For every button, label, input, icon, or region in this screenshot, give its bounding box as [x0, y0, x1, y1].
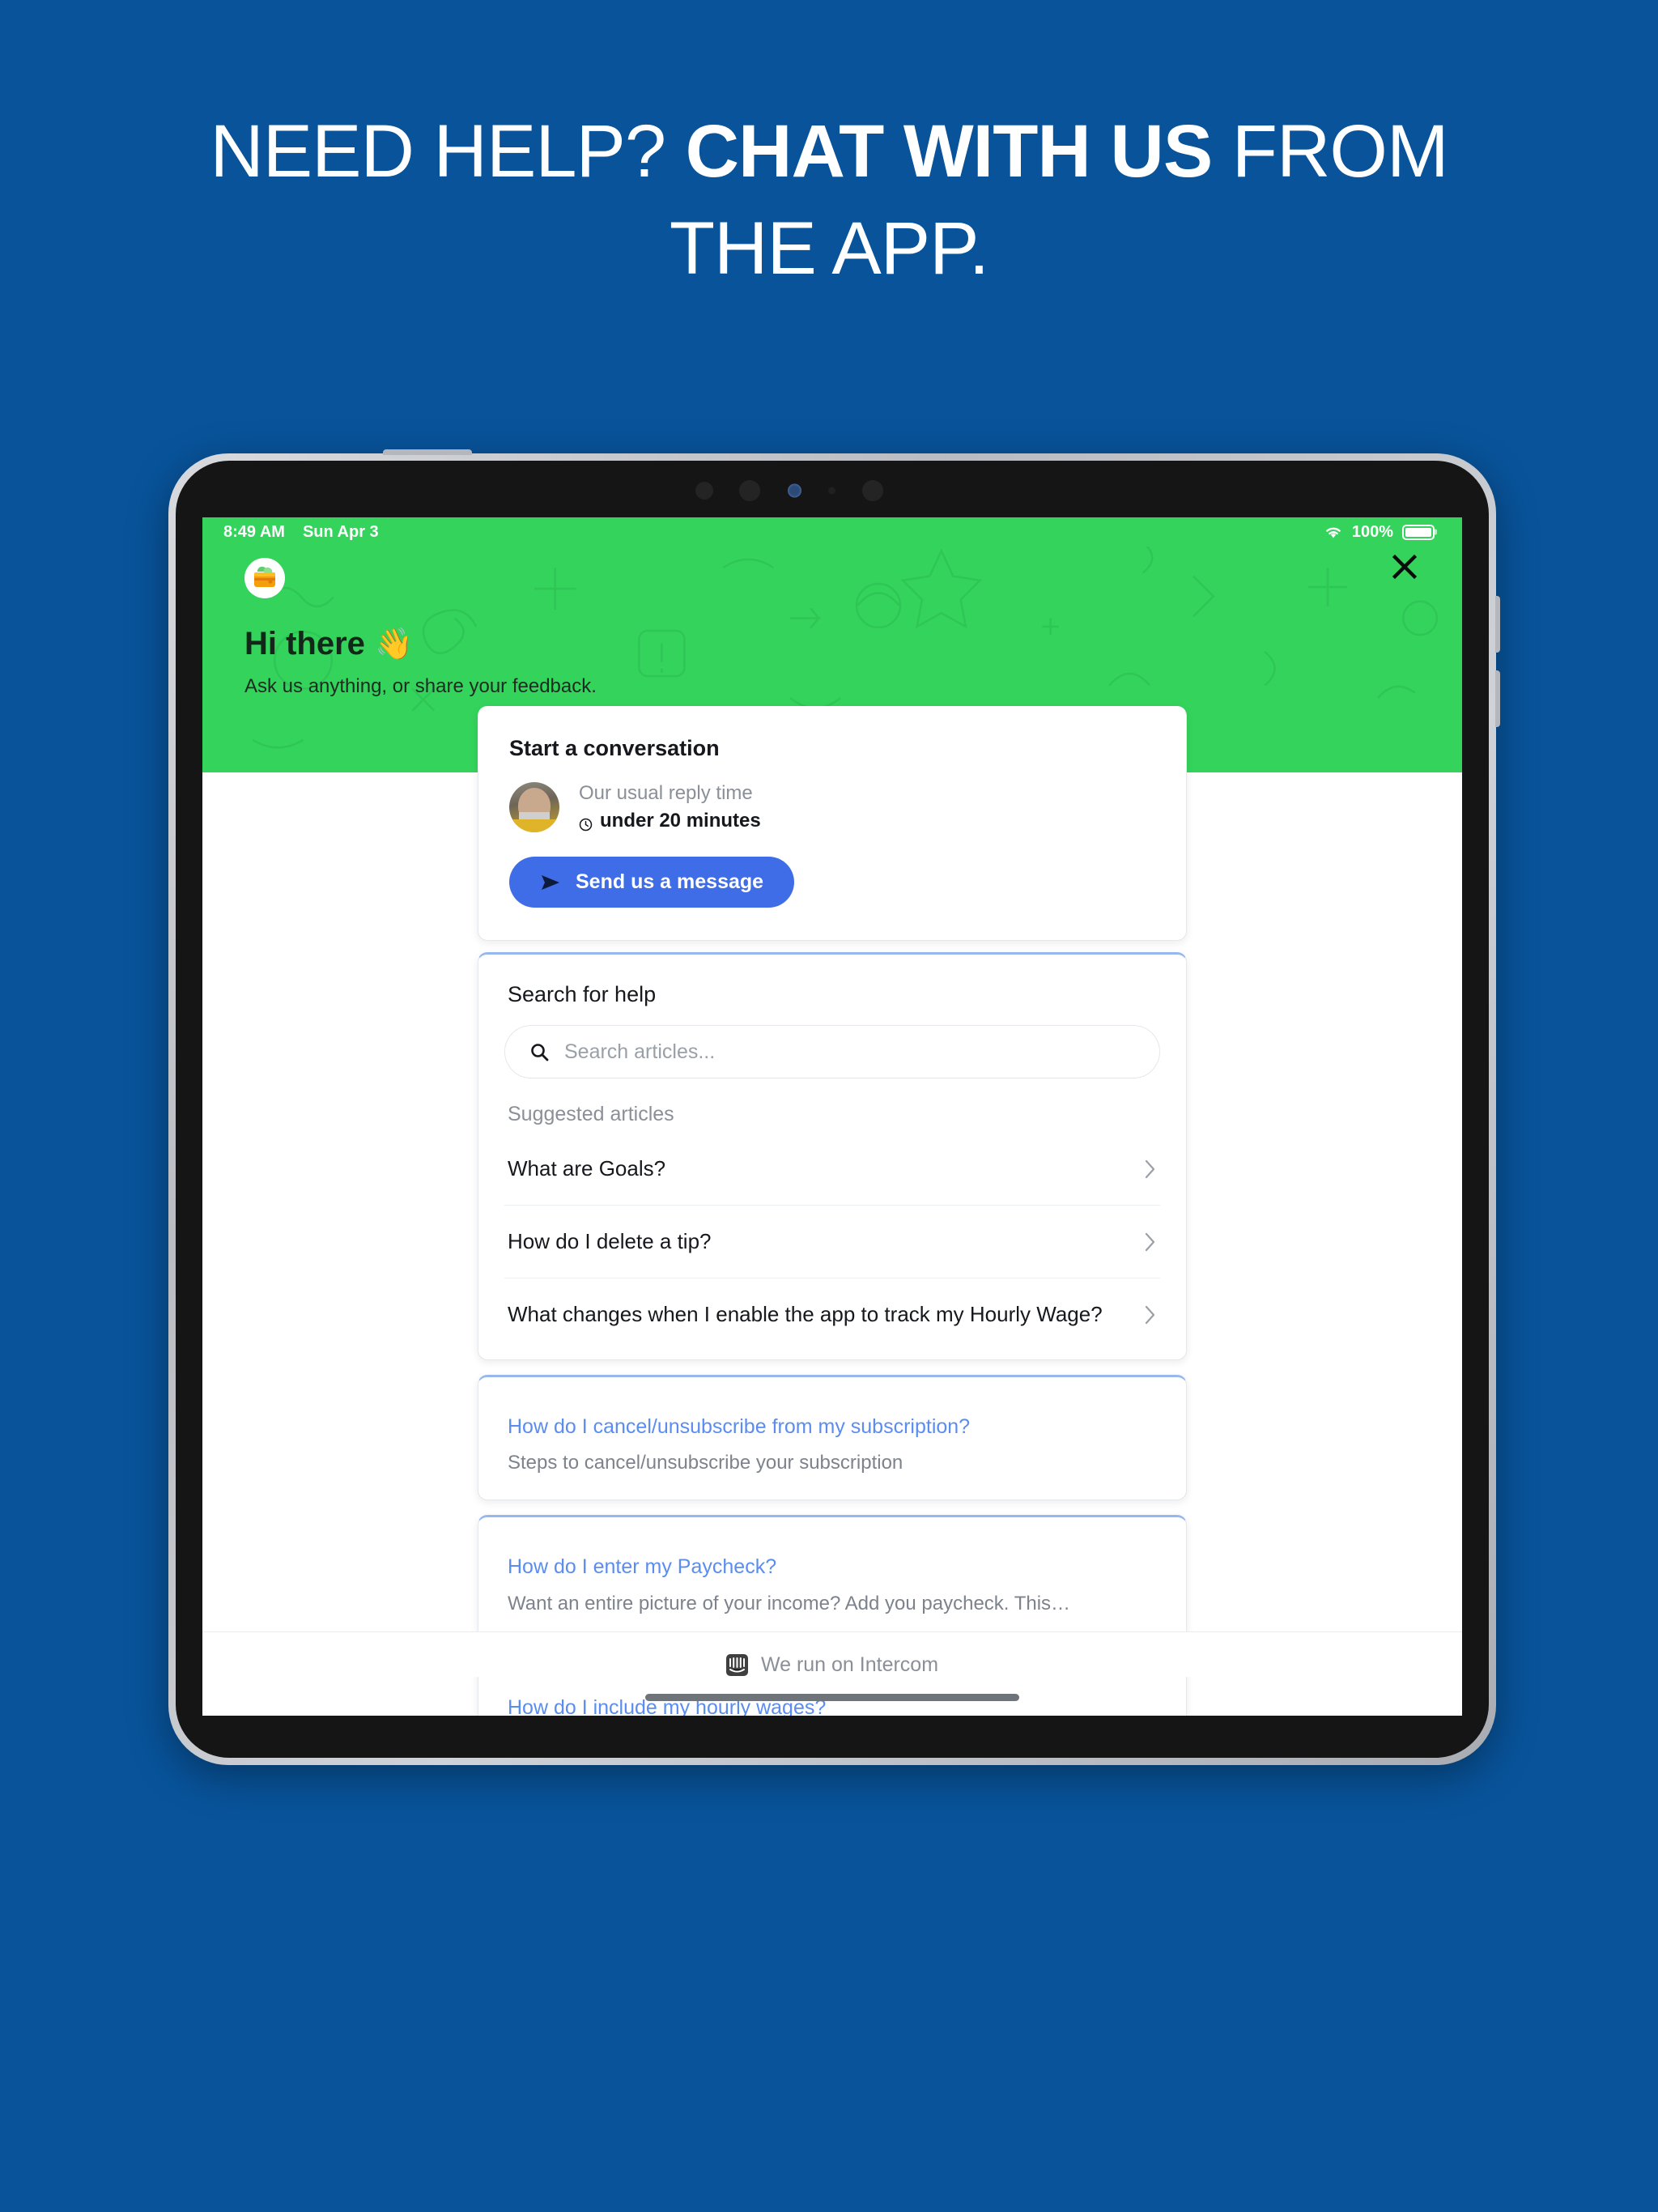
microphone-icon — [828, 487, 835, 495]
footer-text: We run on Intercom — [760, 1653, 939, 1676]
tablet-device-mockup: Hi there 👋 Ask us anything, or share you… — [168, 449, 1500, 1765]
suggested-article-item[interactable]: What changes when I enable the app to tr… — [504, 1278, 1160, 1359]
suggested-article-title: How do I delete a tip? — [508, 1229, 712, 1253]
intercom-logo-icon — [725, 1654, 748, 1676]
status-bar-right: 100% — [1324, 523, 1435, 542]
suggested-articles-label: Suggested articles — [508, 1103, 674, 1125]
article-card[interactable]: How do I cancel/unsubscribe from my subs… — [478, 1375, 1187, 1501]
headline-emphasis: CHAT WITH US — [685, 110, 1214, 193]
status-bar: 8:49 AM Sun Apr 3 100% — [202, 517, 1462, 547]
search-for-help-card: Search for help Suggested articles — [478, 952, 1187, 1360]
status-bar-left: 8:49 AM Sun Apr 3 — [223, 523, 379, 542]
send-us-a-message-button[interactable]: Send us a message — [509, 857, 795, 908]
article-title: How do I enter my Paycheck? — [508, 1555, 777, 1579]
chevron-right-icon — [1144, 1304, 1157, 1325]
search-for-help-title: Search for help — [508, 982, 657, 1006]
agent-avatar — [509, 782, 559, 832]
camera-lens-icon — [739, 480, 760, 501]
camera-lens-icon — [862, 480, 883, 501]
suggested-article-item[interactable]: How do I delete a tip? — [504, 1206, 1160, 1278]
reply-time-row: Our usual reply time under 20 minutes — [509, 782, 1155, 832]
camera-sensor-icon — [788, 483, 801, 498]
chevron-right-icon — [1144, 1231, 1157, 1253]
battery-percent-label: 100% — [1351, 522, 1393, 541]
clock-icon — [579, 815, 593, 831]
article-card[interactable]: How do I enter my Paycheck? Want an enti… — [478, 1515, 1187, 1641]
camera-sensor-array — [176, 479, 1489, 503]
start-conversation-card: Start a conversation Our usual reply tim… — [478, 706, 1187, 941]
promo-headline: NEED HELP? CHAT WITH US FROM THE APP. — [0, 104, 1658, 297]
device-screen: Hi there 👋 Ask us anything, or share you… — [202, 517, 1462, 1716]
suggested-article-title: What are Goals? — [508, 1156, 666, 1180]
search-icon — [529, 1042, 550, 1062]
article-title: How do I cancel/unsubscribe from my subs… — [508, 1415, 971, 1438]
battery-full-icon — [1402, 524, 1435, 540]
status-bar-time: 8:49 AM — [223, 522, 285, 541]
reply-time-label: Our usual reply time — [579, 782, 753, 804]
start-conversation-title: Start a conversation — [509, 736, 720, 760]
article-description: Want an entire picture of your income? A… — [508, 1592, 1071, 1614]
headline-part1: NEED HELP? — [210, 110, 686, 193]
camera-lens-icon — [695, 482, 713, 500]
paper-plane-icon — [540, 873, 561, 892]
messenger-body: Start a conversation Our usual reply tim… — [202, 517, 1462, 1716]
suggested-article-item[interactable]: What are Goals? — [504, 1133, 1160, 1206]
messenger-footer: We run on Intercom — [202, 1631, 1462, 1677]
messenger-panel: Start a conversation Our usual reply tim… — [478, 706, 1187, 1716]
suggested-article-title: What changes when I enable the app to tr… — [508, 1302, 1103, 1326]
reply-time-texts: Our usual reply time under 20 minutes — [579, 782, 761, 832]
device-bezel: Hi there 👋 Ask us anything, or share you… — [176, 461, 1489, 1758]
reply-time-value-row: under 20 minutes — [579, 810, 761, 832]
volume-up-button[interactable] — [1495, 596, 1500, 653]
article-description: Steps to cancel/unsubscribe your subscri… — [508, 1452, 903, 1474]
send-button-label: Send us a message — [576, 870, 764, 893]
home-indicator[interactable] — [645, 1694, 1019, 1701]
status-bar-date: Sun Apr 3 — [302, 522, 379, 541]
chevron-right-icon — [1144, 1159, 1157, 1180]
search-input[interactable] — [564, 1040, 1135, 1064]
suggested-articles-list: What are Goals? How do I delete a tip? W… — [504, 1133, 1160, 1359]
volume-down-button[interactable] — [1495, 670, 1500, 727]
search-input-wrapper[interactable] — [504, 1025, 1160, 1078]
power-button[interactable] — [383, 449, 472, 455]
wifi-icon — [1324, 525, 1343, 539]
reply-time-value: under 20 minutes — [600, 810, 761, 832]
